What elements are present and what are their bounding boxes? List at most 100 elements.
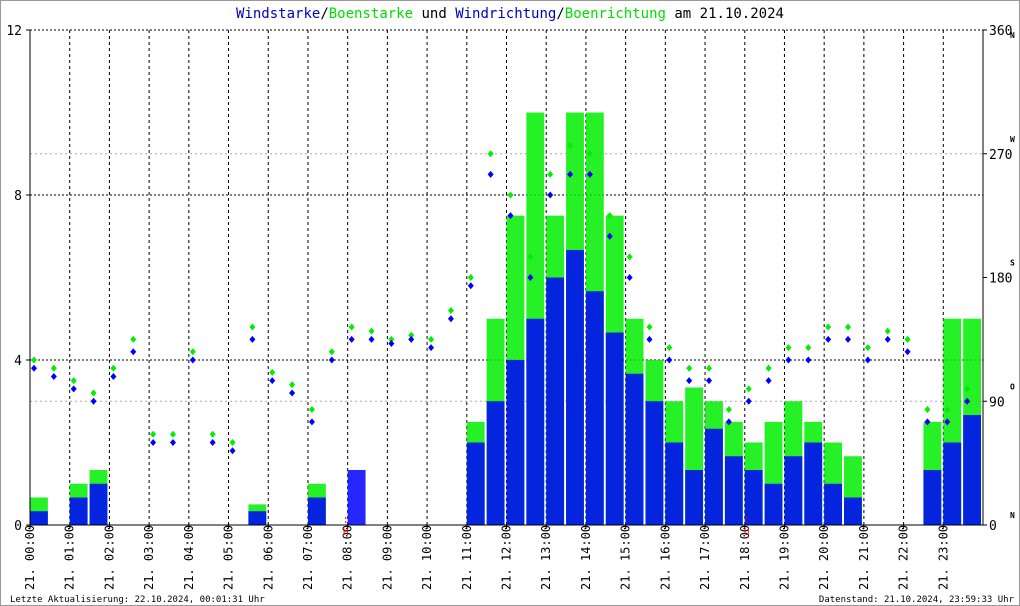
- speed-point: [765, 364, 772, 372]
- speed-point: [706, 364, 713, 372]
- speed-point: [686, 377, 693, 385]
- left-tick-label: 4: [14, 354, 22, 369]
- title-part: Boenrichtung: [565, 6, 666, 22]
- direction-bar: [30, 511, 48, 525]
- speed-point: [686, 364, 693, 372]
- left-tick-label: 12: [6, 24, 22, 39]
- speed-point: [308, 418, 315, 426]
- speed-point: [467, 274, 474, 281]
- speed-point: [70, 385, 77, 393]
- speed-point: [189, 356, 196, 364]
- speed-point: [626, 274, 633, 281]
- direction-bar: [605, 332, 624, 525]
- speed-point: [487, 170, 494, 178]
- title-part: Windstarke: [236, 6, 320, 22]
- speed-point: [328, 356, 335, 364]
- compass-label: O: [1010, 382, 1015, 391]
- speed-point: [269, 377, 276, 385]
- speed-point: [50, 364, 57, 372]
- wind-chart: Windstarke/Boenstarke und Windrichtung/B…: [6, 6, 1015, 605]
- x-tick-label: 21. 06:00: [261, 525, 275, 590]
- x-tick-label: 21. 21:00: [857, 525, 871, 590]
- speed-point: [805, 356, 812, 364]
- x-tick-label: 21. 14:00: [579, 525, 593, 590]
- speed-point: [368, 335, 375, 343]
- direction-bar: [566, 250, 584, 525]
- speed-point: [507, 191, 514, 199]
- direction-bar: [724, 456, 743, 525]
- speed-point: [904, 348, 911, 356]
- speed-point: [70, 377, 77, 385]
- x-tick-label: 21. 20:00: [817, 525, 831, 590]
- speed-point: [547, 191, 554, 199]
- direction-bar: [764, 483, 783, 525]
- speed-point: [467, 282, 474, 290]
- direction-bar: [506, 360, 525, 525]
- left-tick-label: 0: [14, 519, 22, 534]
- speed-point: [487, 150, 494, 158]
- direction-bar: [466, 442, 485, 525]
- speed-point: [368, 327, 375, 335]
- direction-bar: [526, 318, 545, 525]
- speed-point: [110, 364, 117, 372]
- direction-bar: [89, 483, 108, 525]
- speed-point: [825, 323, 832, 331]
- speed-point: [428, 344, 435, 352]
- speed-point: [150, 430, 157, 438]
- title-part: /: [556, 6, 564, 22]
- speed-point: [666, 344, 673, 352]
- x-tick-label: 21. 19:00: [777, 525, 791, 590]
- direction-bar: [69, 497, 88, 525]
- compass-label: N: [1010, 31, 1015, 40]
- speed-point: [50, 373, 57, 380]
- speed-point: [90, 397, 97, 405]
- speed-point: [249, 335, 256, 343]
- x-tick-label: 21. 04:00: [182, 525, 196, 590]
- speed-point: [209, 439, 216, 446]
- x-tick-label: 21. 23:00: [936, 525, 950, 590]
- speed-point: [864, 344, 871, 352]
- speed-point: [31, 364, 37, 372]
- x-tick-label: 21. 15:00: [619, 525, 633, 590]
- x-tick-label: 21. 00:00: [23, 525, 37, 590]
- speed-point: [725, 406, 732, 413]
- direction-bar: [943, 442, 962, 525]
- footer-data-status: Datenstand: 21.10.2024, 23:59:33 Uhr: [819, 595, 1015, 605]
- x-tick-label: 21. 09:00: [380, 525, 394, 590]
- speed-point: [884, 335, 891, 343]
- speed-point: [169, 439, 176, 446]
- speed-point: [229, 447, 236, 455]
- direction-bar: [744, 470, 763, 525]
- speed-point: [348, 323, 355, 331]
- speed-point: [666, 356, 673, 364]
- right-tick-label: 360: [989, 24, 1012, 39]
- speed-point: [547, 170, 554, 178]
- x-tick-label: 21. 12:00: [500, 525, 514, 590]
- x-tick-label: 21. 03:00: [142, 525, 156, 590]
- direction-bar: [685, 470, 704, 525]
- speed-point: [209, 430, 216, 438]
- direction-bar: [347, 470, 366, 525]
- speed-point: [745, 385, 752, 393]
- speed-point: [328, 348, 335, 356]
- x-tick-label: 21. 10:00: [420, 525, 434, 590]
- direction-bar: [486, 401, 505, 525]
- footer-last-update: Letzte Aktualisierung: 22.10.2024, 00:01…: [10, 595, 265, 605]
- speed-point: [845, 335, 852, 343]
- speed-point: [447, 307, 454, 314]
- speed-point: [348, 335, 355, 343]
- direction-bar: [804, 442, 823, 525]
- direction-bar: [665, 442, 684, 525]
- direction-bar: [923, 470, 942, 525]
- speed-point: [845, 323, 852, 331]
- right-tick-label: 180: [989, 272, 1012, 287]
- speed-point: [745, 397, 752, 405]
- x-tick-label: 21. 07:00: [301, 525, 315, 590]
- compass-label: W: [1010, 135, 1015, 144]
- marker-label: U: [744, 528, 749, 538]
- right-tick-label: 270: [989, 148, 1012, 163]
- speed-point: [447, 315, 454, 323]
- speed-point: [388, 340, 395, 347]
- speed-point: [646, 335, 653, 343]
- direction-bar: [705, 428, 723, 525]
